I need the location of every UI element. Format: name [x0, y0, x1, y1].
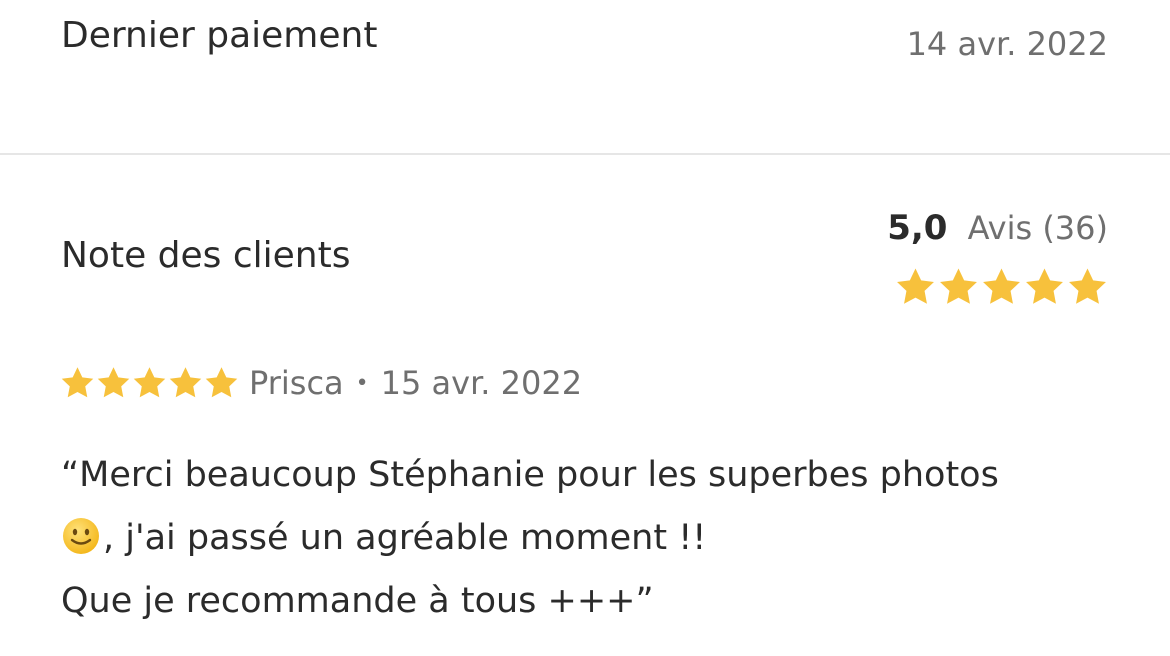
star-icon	[897, 268, 934, 304]
last-payment-label: Dernier paiement	[61, 15, 378, 56]
review-stars	[60, 365, 239, 401]
rating-score: 5,0	[887, 208, 948, 248]
review-author: Prisca	[249, 364, 344, 402]
customer-rating-label: Note des clients	[61, 235, 351, 276]
review-date: 15 avr. 2022	[380, 364, 583, 402]
star-icon	[61, 367, 94, 398]
rating-stars	[895, 266, 1108, 308]
review-line-3: Que je recommande à tous +++”	[61, 581, 654, 621]
review-header: Prisca • 15 avr. 2022	[60, 360, 582, 406]
last-payment-row: … Dernier paiement 14 avr. 2022	[0, 0, 1170, 154]
star-icon	[1026, 268, 1063, 304]
last-payment-date: 14 avr. 2022	[906, 25, 1108, 63]
star-icon	[97, 367, 130, 398]
star-icon	[169, 367, 202, 398]
star-icon	[1069, 268, 1106, 304]
section-divider	[0, 153, 1170, 155]
review-line-2-text: , j'ai passé un agréable moment !!	[103, 518, 707, 558]
star-icon	[205, 367, 238, 398]
slightly-smiling-face-icon	[61, 514, 101, 554]
review-line-2: , j'ai passé un agréable moment !!	[61, 507, 1131, 570]
review-separator: •	[355, 370, 369, 396]
star-icon	[940, 268, 977, 304]
star-icon	[133, 367, 166, 398]
reviews-count-link[interactable]: Avis (36)	[968, 209, 1108, 247]
rating-summary[interactable]: 5,0 Avis (36)	[887, 206, 1108, 250]
review-line-1: “Merci beaucoup Stéphanie pour les super…	[61, 455, 999, 495]
review-text: “Merci beaucoup Stéphanie pour les super…	[61, 444, 1131, 633]
star-icon	[983, 268, 1020, 304]
